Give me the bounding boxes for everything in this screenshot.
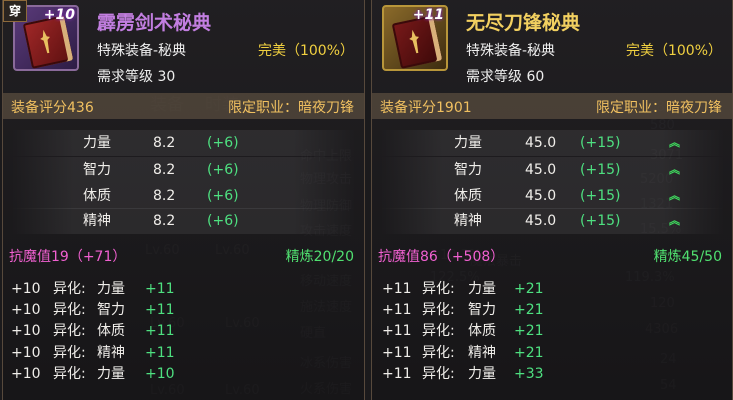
class-restriction: 限定职业：暗夜刀锋 xyxy=(228,100,354,116)
refinement-row: +11 异化: 力量 +33 xyxy=(380,361,725,387)
refinement-value: +10 xyxy=(145,366,175,382)
required-level: 需求等级 60 xyxy=(466,69,545,85)
stat-name: 精神 xyxy=(454,213,482,229)
equipped-badge: 穿 xyxy=(3,0,27,22)
stat-bonus: (+15) xyxy=(580,188,621,204)
stat-value: 45.0 xyxy=(525,162,557,178)
stat-value: 8.2 xyxy=(153,162,176,178)
double-chevron-up-icon: ︽ xyxy=(669,214,680,227)
item-quality: 完美（100%） xyxy=(257,43,354,59)
refinement-stat: 力量 xyxy=(468,366,496,382)
stat-bonus: (+6) xyxy=(207,213,239,229)
double-chevron-up-icon: ︽ xyxy=(669,136,680,149)
enhance-level-badge: +11 xyxy=(412,7,444,23)
stat-bonus: (+6) xyxy=(207,135,239,151)
item-type: 特殊装备-秘典 xyxy=(466,43,556,59)
stat-row: 精神 8.2 (+6) xyxy=(11,208,356,234)
stat-row: 力量 45.0 (+15) ︽ xyxy=(380,130,725,156)
class-restriction: 限定职业：暗夜刀锋 xyxy=(596,100,722,116)
refinement-stat: 力量 xyxy=(97,366,125,382)
compare-item-tooltip: +11 无尽刀锋秘典 特殊装备-秘典 完美（100%） 需求等级 60 装备评分… xyxy=(371,0,733,400)
stat-value: 45.0 xyxy=(525,213,557,229)
refinement-plus: +11 xyxy=(382,366,412,382)
enhance-level-badge: +10 xyxy=(43,7,75,23)
refinement-row: +10 异化: 力量 +10 xyxy=(11,361,356,387)
equipment-score: 装备评分436 xyxy=(11,100,94,116)
stat-bonus: (+6) xyxy=(207,188,239,204)
stat-name: 力量 xyxy=(454,135,482,151)
double-chevron-up-icon: ︽ xyxy=(669,163,680,176)
stat-name: 体质 xyxy=(454,188,482,204)
item-name: 霹雳剑术秘典 xyxy=(97,12,212,34)
item-quality: 完美（100%） xyxy=(625,43,722,59)
stat-bonus: (+15) xyxy=(580,162,621,178)
stat-name: 智力 xyxy=(83,162,111,178)
stat-row: 体质 45.0 (+15) ︽ xyxy=(380,183,725,209)
stat-name: 精神 xyxy=(83,213,111,229)
stat-row: 精神 45.0 (+15) ︽ xyxy=(380,208,725,234)
refinement-label: 异化: xyxy=(422,366,455,382)
refine-level: 精炼45/50 xyxy=(653,249,722,265)
stat-bonus: (+15) xyxy=(580,135,621,151)
double-chevron-up-icon: ︽ xyxy=(669,189,680,202)
item-type: 特殊装备-秘典 xyxy=(97,43,187,59)
refine-level: 精炼20/20 xyxy=(285,249,354,265)
refinement-value: +33 xyxy=(514,366,544,382)
stat-value: 45.0 xyxy=(525,135,557,151)
stat-bonus: (+15) xyxy=(580,213,621,229)
equipped-item-tooltip: 穿 +10 霹雳剑术秘典 特殊装备-秘典 完美（100%） 需求等级 30 装备… xyxy=(2,0,365,400)
stat-bonus: (+6) xyxy=(207,162,239,178)
stat-row: 智力 8.2 (+6) xyxy=(11,157,356,183)
equipment-score: 装备评分1901 xyxy=(380,100,472,116)
magic-resist: 抗魔值19（+71） xyxy=(9,249,127,265)
required-level: 需求等级 30 xyxy=(97,69,176,85)
stat-row: 体质 8.2 (+6) xyxy=(11,183,356,209)
stat-row: 智力 45.0 (+15) ︽ xyxy=(380,157,725,183)
stat-name: 智力 xyxy=(454,162,482,178)
stat-row: 力量 8.2 (+6) xyxy=(11,130,356,156)
book-icon xyxy=(22,15,74,69)
refinement-plus: +10 xyxy=(11,366,41,382)
book-icon xyxy=(391,15,443,69)
stat-name: 体质 xyxy=(83,188,111,204)
stat-value: 8.2 xyxy=(153,213,176,229)
magic-resist: 抗魔值86（+508） xyxy=(378,249,505,265)
refinement-label: 异化: xyxy=(53,366,86,382)
stat-name: 力量 xyxy=(83,135,111,151)
stat-value: 8.2 xyxy=(153,188,176,204)
item-name: 无尽刀锋秘典 xyxy=(466,12,581,34)
stat-value: 45.0 xyxy=(525,188,557,204)
stat-value: 8.2 xyxy=(153,135,176,151)
item-icon[interactable]: +11 xyxy=(382,5,448,71)
